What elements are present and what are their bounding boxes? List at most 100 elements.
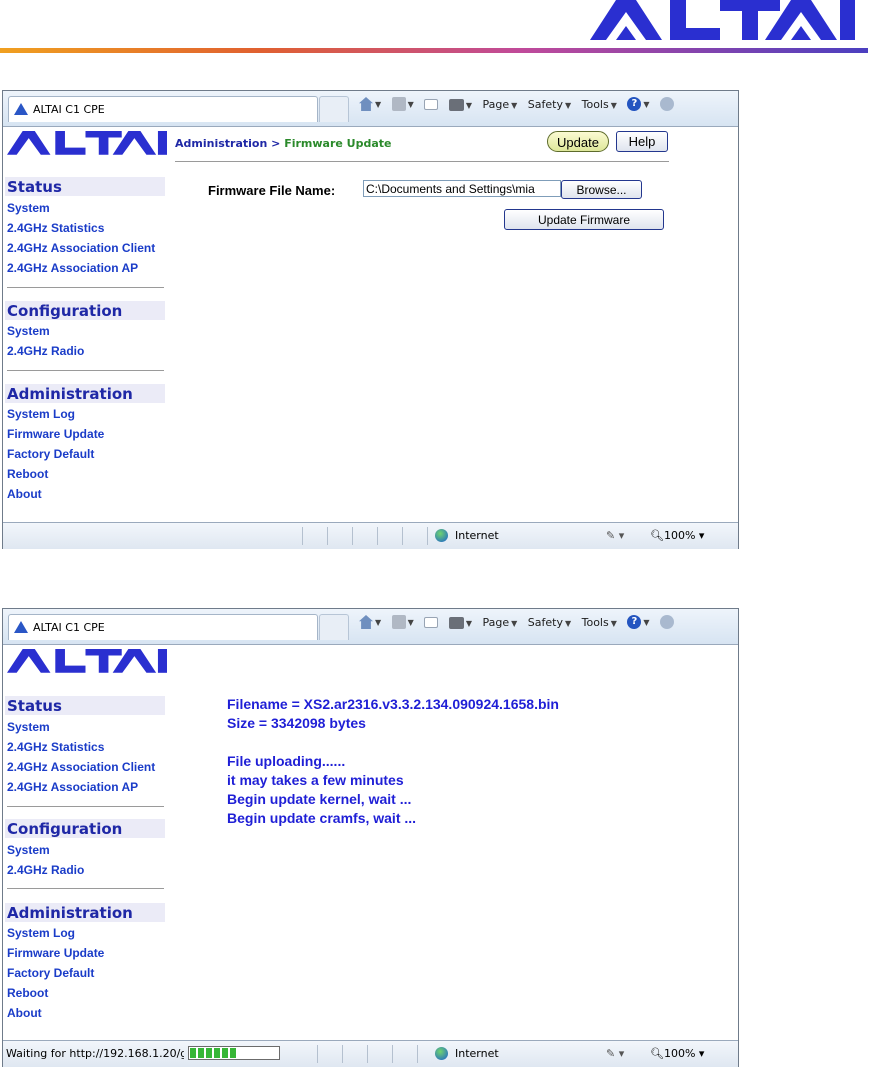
command-bar: ▼ ▼ ▼ Page ▼ Safety ▼ Tools ▼ ? ▼ (359, 615, 681, 637)
home-icon[interactable] (359, 615, 373, 629)
browse-button[interactable]: Browse... (561, 180, 642, 199)
chevron-down-icon[interactable]: ▼ (375, 618, 381, 627)
sidebar-item-statistics[interactable]: 2.4GHz Statistics (7, 221, 104, 235)
page-viewport: Status System 2.4GHz Statistics 2.4GHz A… (3, 645, 738, 1040)
update-firmware-button[interactable]: Update Firmware (504, 209, 664, 230)
breadcrumb-separator: > (267, 137, 285, 150)
sidebar-item-radio[interactable]: 2.4GHz Radio (7, 863, 84, 877)
browser-tab[interactable]: ALTAI C1 CPE (8, 96, 318, 122)
sidebar-item-association-ap[interactable]: 2.4GHz Association AP (7, 261, 138, 275)
upload-status-line: Begin update kernel, wait ... (227, 791, 412, 807)
breadcrumb-page: Firmware Update (284, 137, 392, 150)
security-zone: Internet (455, 1047, 499, 1060)
altai-favicon-icon (14, 103, 28, 115)
sidebar-heading-administration: Administration (5, 903, 165, 922)
upload-status-line: File uploading...... (227, 753, 346, 769)
sidebar-heading-configuration: Configuration (5, 301, 165, 320)
sidebar-item-firmware-update[interactable]: Firmware Update (7, 946, 104, 960)
sidebar-item-status-system[interactable]: System (7, 201, 50, 215)
chevron-down-icon[interactable]: ▼ (466, 101, 472, 110)
sidebar-item-system-log[interactable]: System Log (7, 926, 75, 940)
protected-mode-icon[interactable]: ✎ ▾ (606, 529, 624, 542)
browser-tab-title: ALTAI C1 CPE (33, 621, 105, 634)
feeds-icon[interactable] (391, 97, 406, 111)
sidebar-item-about[interactable]: About (7, 1006, 42, 1020)
sidebar-item-reboot[interactable]: Reboot (7, 986, 48, 1000)
sidebar-item-factory-default[interactable]: Factory Default (7, 447, 94, 461)
altai-favicon-icon (14, 621, 28, 633)
header-rule (175, 161, 669, 162)
sidebar-divider (7, 888, 164, 889)
safety-menu[interactable]: Safety ▼ (528, 616, 571, 629)
mail-icon[interactable] (424, 99, 439, 110)
home-icon[interactable] (359, 97, 373, 111)
chevron-down-icon[interactable]: ▼ (466, 619, 472, 628)
mail-icon[interactable] (424, 617, 439, 628)
firmware-file-input[interactable]: C:\Documents and Settings\mia (363, 180, 561, 197)
browser-tab-title: ALTAI C1 CPE (33, 103, 105, 116)
upload-status-line: it may takes a few minutes (227, 772, 404, 788)
sidebar-item-firmware-update[interactable]: Firmware Update (7, 427, 104, 441)
chevron-down-icon[interactable]: ▼ (408, 618, 414, 627)
help-button[interactable]: Help (616, 131, 668, 152)
zoom-level[interactable]: 🔍︎100% ▾ (650, 529, 704, 542)
tools-menu[interactable]: Tools ▼ (582, 98, 617, 111)
sidebar-item-statistics[interactable]: 2.4GHz Statistics (7, 740, 104, 754)
zoom-level[interactable]: 🔍︎100% ▾ (650, 1047, 704, 1060)
browser-tab-bar: ALTAI C1 CPE ▼ ▼ ▼ Page ▼ Safety ▼ Tools ▼ … (3, 609, 738, 645)
sidebar-heading-administration: Administration (5, 384, 165, 403)
new-tab-button[interactable] (319, 614, 349, 640)
help-icon[interactable]: ? (627, 615, 642, 629)
globe-icon (435, 529, 448, 542)
protected-mode-icon[interactable]: ✎ ▾ (606, 1047, 624, 1060)
firmware-file-label: Firmware File Name: (208, 183, 336, 198)
page-menu[interactable]: Page ▼ (482, 616, 517, 629)
chevron-down-icon[interactable]: ▼ (643, 618, 649, 627)
sidebar-divider (7, 287, 164, 288)
page-menu[interactable]: Page ▼ (482, 98, 517, 111)
sidebar-item-association-client[interactable]: 2.4GHz Association Client (7, 241, 155, 255)
gear-icon[interactable] (660, 615, 675, 629)
browser-status-bar: Waiting for http://192.168.1.20/gc Inter… (3, 1040, 738, 1067)
sidebar-item-config-system[interactable]: System (7, 843, 50, 857)
update-button[interactable]: Update (547, 131, 609, 152)
sidebar-nav: Status System 2.4GHz Statistics 2.4GHz A… (3, 645, 168, 1040)
chevron-down-icon[interactable]: ▼ (643, 100, 649, 109)
sidebar-heading-status: Status (5, 696, 165, 715)
globe-icon (435, 1047, 448, 1060)
sidebar-heading-status: Status (5, 177, 165, 196)
help-icon[interactable]: ? (627, 97, 642, 111)
safety-menu[interactable]: Safety ▼ (528, 98, 571, 111)
gear-icon[interactable] (660, 97, 675, 111)
browser-tab[interactable]: ALTAI C1 CPE (8, 614, 318, 640)
page-load-progress-bar (188, 1046, 280, 1060)
chevron-down-icon[interactable]: ▼ (375, 100, 381, 109)
sidebar-item-about[interactable]: About (7, 487, 42, 501)
sidebar-item-status-system[interactable]: System (7, 720, 50, 734)
new-tab-button[interactable] (319, 96, 349, 122)
sidebar-item-association-ap[interactable]: 2.4GHz Association AP (7, 780, 138, 794)
status-bar-cells (278, 527, 428, 545)
upload-filename: Filename = XS2.ar2316.v3.3.2.134.090924.… (227, 696, 559, 712)
security-zone: Internet (455, 529, 499, 542)
sidebar-item-factory-default[interactable]: Factory Default (7, 966, 94, 980)
sidebar-item-system-log[interactable]: System Log (7, 407, 75, 421)
altai-logo (590, 0, 855, 40)
print-icon[interactable] (448, 98, 464, 111)
browser-window-uploading: ALTAI C1 CPE ▼ ▼ ▼ Page ▼ Safety ▼ Tools ▼ … (2, 608, 739, 1067)
sidebar-item-reboot[interactable]: Reboot (7, 467, 48, 481)
sidebar-item-config-system[interactable]: System (7, 324, 50, 338)
browser-status-bar: Internet ✎ ▾ 🔍︎100% ▾ (3, 522, 738, 549)
progress-fill (190, 1048, 238, 1058)
upload-size: Size = 3342098 bytes (227, 715, 366, 731)
sidebar-item-radio[interactable]: 2.4GHz Radio (7, 344, 84, 358)
feeds-icon[interactable] (391, 615, 406, 629)
print-icon[interactable] (448, 616, 464, 629)
command-bar: ▼ ▼ ▼ Page ▼ Safety ▼ Tools ▼ ? ▼ (359, 97, 681, 119)
chevron-down-icon[interactable]: ▼ (408, 100, 414, 109)
tools-menu[interactable]: Tools ▼ (582, 616, 617, 629)
breadcrumb: Administration > Firmware Update (175, 137, 391, 150)
sidebar-item-association-client[interactable]: 2.4GHz Association Client (7, 760, 155, 774)
sidebar-divider (7, 806, 164, 807)
browser-tab-bar: ALTAI C1 CPE ▼ ▼ ▼ Page ▼ Safety ▼ Tools ▼ … (3, 91, 738, 127)
